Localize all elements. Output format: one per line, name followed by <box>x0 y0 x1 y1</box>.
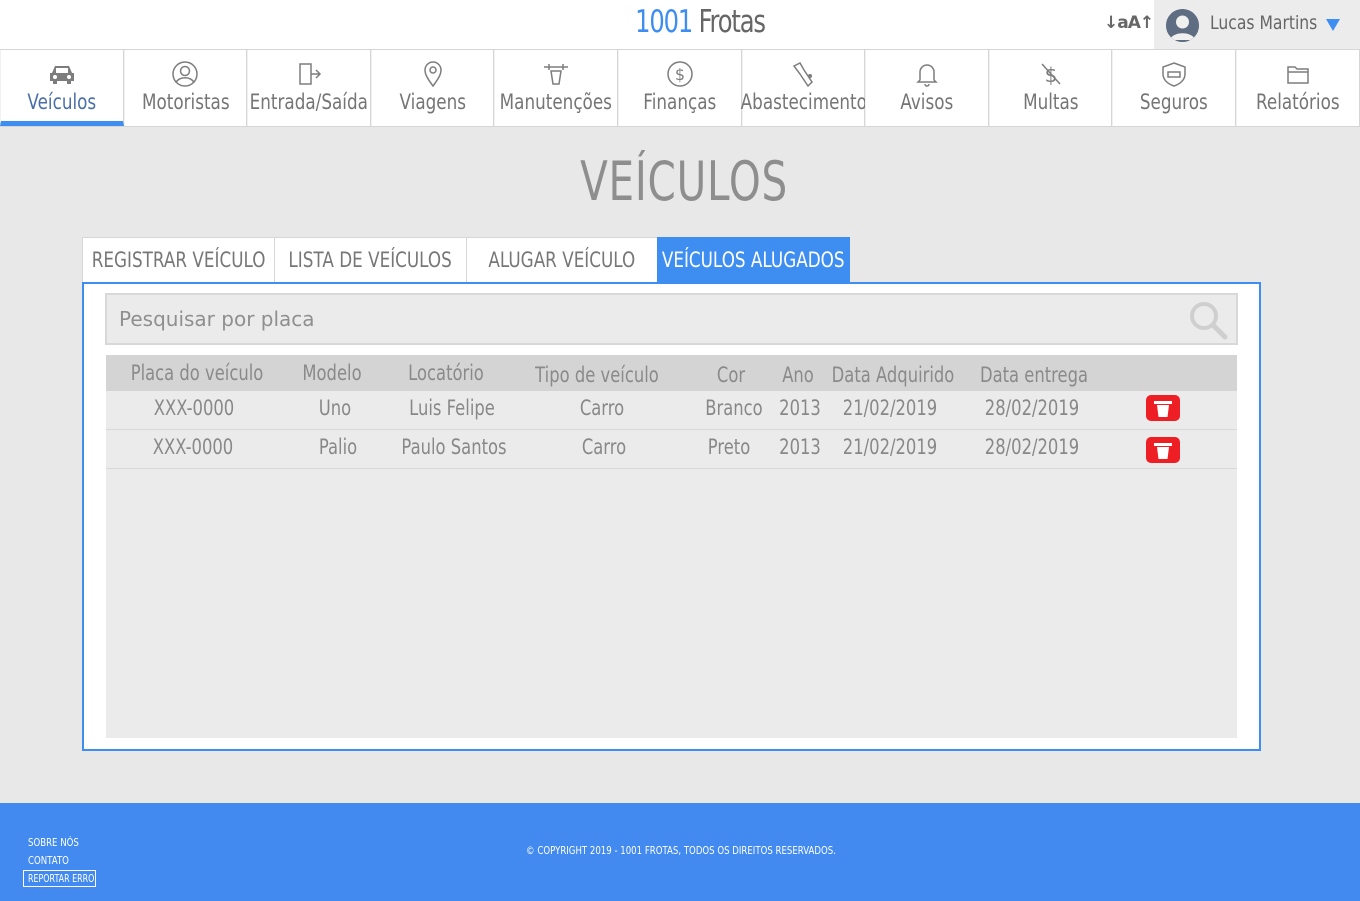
bell-icon <box>916 64 938 87</box>
cell-cor: Branco <box>705 396 763 420</box>
cell-tipo: Carro <box>579 396 625 420</box>
tab-lista-de-veiculos[interactable]: LISTA DE VEÍCULOS <box>274 237 467 283</box>
cell-cor: Preto <box>707 435 751 459</box>
footer: SOBRE NÓS CONTATO REPORTAR ERRO © COPYRI… <box>0 803 1360 901</box>
nav-label: Relatórios <box>1255 90 1340 114</box>
nav-item-abastecimento[interactable]: Abastecimento <box>740 50 867 126</box>
tab-label: VEÍCULOS ALUGADOS <box>662 248 845 272</box>
cell-modelo: Uno <box>318 396 352 420</box>
nav-label: Entrada/Saída <box>249 90 369 114</box>
nav-label: Motoristas <box>141 90 230 114</box>
table-row[interactable]: XXX-0000 Uno Luis Felipe Carro Branco 20… <box>106 391 1237 430</box>
chevron-down-icon[interactable] <box>1326 19 1340 31</box>
tab-label: ALUGAR VEÍCULO <box>488 248 636 272</box>
cell-placa: XXX-0000 <box>152 435 234 459</box>
cell-ano: 2013 <box>779 435 821 459</box>
column-header-data-adquirido: Data Adquirido <box>831 363 955 387</box>
nav-item-entrada-saida[interactable]: Entrada/Saída <box>247 50 371 126</box>
nav-label: Multas <box>1022 90 1079 114</box>
cell-placa: XXX-0000 <box>153 396 235 420</box>
insurance-icon <box>1162 62 1186 87</box>
user-menu[interactable]: Lucas Martins <box>1154 0 1360 49</box>
cell-ano: 2013 <box>779 396 821 420</box>
trash-icon <box>1154 443 1172 459</box>
column-header-placa: Placa do veículo <box>130 361 264 385</box>
tab-alugar-veiculo[interactable]: ALUGAR VEÍCULO <box>466 237 658 283</box>
nav-item-avisos[interactable]: Avisos <box>865 50 989 126</box>
nav-item-motoristas[interactable]: Motoristas <box>123 50 248 126</box>
nav-item-multas[interactable]: $ Multas <box>988 50 1113 126</box>
table-header: Placa do veículo Modelo Locatório Tipo d… <box>106 355 1237 391</box>
tab-label: REGISTRAR VEÍCULO <box>91 248 266 272</box>
column-header-ano: Ano <box>782 363 814 387</box>
nav-label: Abastecimento <box>740 90 867 114</box>
nav-item-financas[interactable]: $ Finanças <box>617 50 742 126</box>
report-error-label: REPORTAR ERRO <box>28 872 95 885</box>
user-name: Lucas Martins <box>1210 12 1318 34</box>
brand-logo[interactable]: 1001 Frotas <box>154 4 1246 40</box>
delete-button[interactable] <box>1146 437 1180 463</box>
avatar <box>1166 9 1199 42</box>
nav-label: Viagens <box>399 90 466 114</box>
column-header-tipo: Tipo de veículo <box>535 363 659 387</box>
rented-vehicles-panel: Placa do veículo Modelo Locatório Tipo d… <box>82 282 1261 751</box>
cell-locatorio: Paulo Santos <box>401 435 507 459</box>
top-bar: 1001 Frotas ↓aA↑ Lucas Martins <box>0 0 1360 50</box>
cell-data-entrega: 28/02/2019 <box>984 435 1080 459</box>
cell-locatorio: Luis Felipe <box>409 396 495 420</box>
about-link[interactable]: SOBRE NÓS <box>28 836 79 849</box>
nav-item-relatorios[interactable]: Relatórios <box>1235 50 1360 126</box>
nav-label: Veículos <box>27 90 97 114</box>
search-icon[interactable] <box>1188 300 1228 340</box>
cell-data-adquirido: 21/02/2019 <box>842 396 938 420</box>
main-nav: Veículos Motoristas Entrada/Saída Viagen… <box>0 50 1360 127</box>
nav-item-veiculos[interactable]: Veículos <box>0 50 124 126</box>
search-box <box>105 293 1238 345</box>
cell-tipo: Carro <box>581 435 627 459</box>
search-input[interactable] <box>107 295 1167 343</box>
delete-button[interactable] <box>1146 395 1180 421</box>
dollar-icon: $ <box>667 61 693 87</box>
car-icon <box>49 66 74 84</box>
nav-item-seguros[interactable]: Seguros <box>1112 50 1236 126</box>
tab-registrar-veiculo[interactable]: REGISTRAR VEÍCULO <box>82 237 275 283</box>
nav-label: Manutenções <box>500 90 613 114</box>
tab-label: LISTA DE VEÍCULOS <box>288 248 453 272</box>
nav-label: Avisos <box>900 90 954 114</box>
column-header-locatorio: Locatório <box>408 361 484 385</box>
table-row[interactable]: XXX-0000 Palio Paulo Santos Carro Preto … <box>106 430 1237 469</box>
nav-item-viagens[interactable]: Viagens <box>370 50 495 126</box>
cell-data-entrega: 28/02/2019 <box>984 396 1080 420</box>
nav-item-manutencoes[interactable]: Manutenções <box>494 50 618 126</box>
nav-label: Finanças <box>643 90 717 114</box>
copyright-text: © COPYRIGHT 2019 - 1001 FROTAS, TODOS OS… <box>526 844 836 857</box>
column-header-data-entrega: Data entrega <box>979 363 1089 387</box>
fuel-icon <box>793 62 814 88</box>
tab-veiculos-alugados[interactable]: VEÍCULOS ALUGADOS <box>657 237 850 283</box>
page-title: VEÍCULOS <box>580 150 788 213</box>
rented-vehicles-table: Placa do veículo Modelo Locatório Tipo d… <box>106 355 1237 738</box>
column-header-cor: Cor <box>716 363 746 387</box>
column-header-modelo: Modelo <box>302 361 362 385</box>
map-pin-icon <box>423 61 442 88</box>
brand-name: Frotas <box>698 4 766 40</box>
cell-data-adquirido: 21/02/2019 <box>842 435 938 459</box>
report-error-button[interactable]: REPORTAR ERRO <box>23 870 96 887</box>
trash-icon <box>1154 401 1172 417</box>
wrench-icon <box>544 64 569 85</box>
driver-icon <box>172 61 199 87</box>
brand-number: 1001 <box>635 4 693 40</box>
svg-text:$: $ <box>675 65 685 84</box>
font-size-toggle[interactable]: ↓aA↑ <box>1104 13 1154 33</box>
nav-label: Seguros <box>1140 90 1209 114</box>
cell-modelo: Palio <box>318 435 358 459</box>
fine-icon: $ <box>1040 63 1061 87</box>
door-icon <box>299 63 322 85</box>
folder-icon <box>1286 66 1309 84</box>
contact-link[interactable]: CONTATO <box>28 854 69 867</box>
